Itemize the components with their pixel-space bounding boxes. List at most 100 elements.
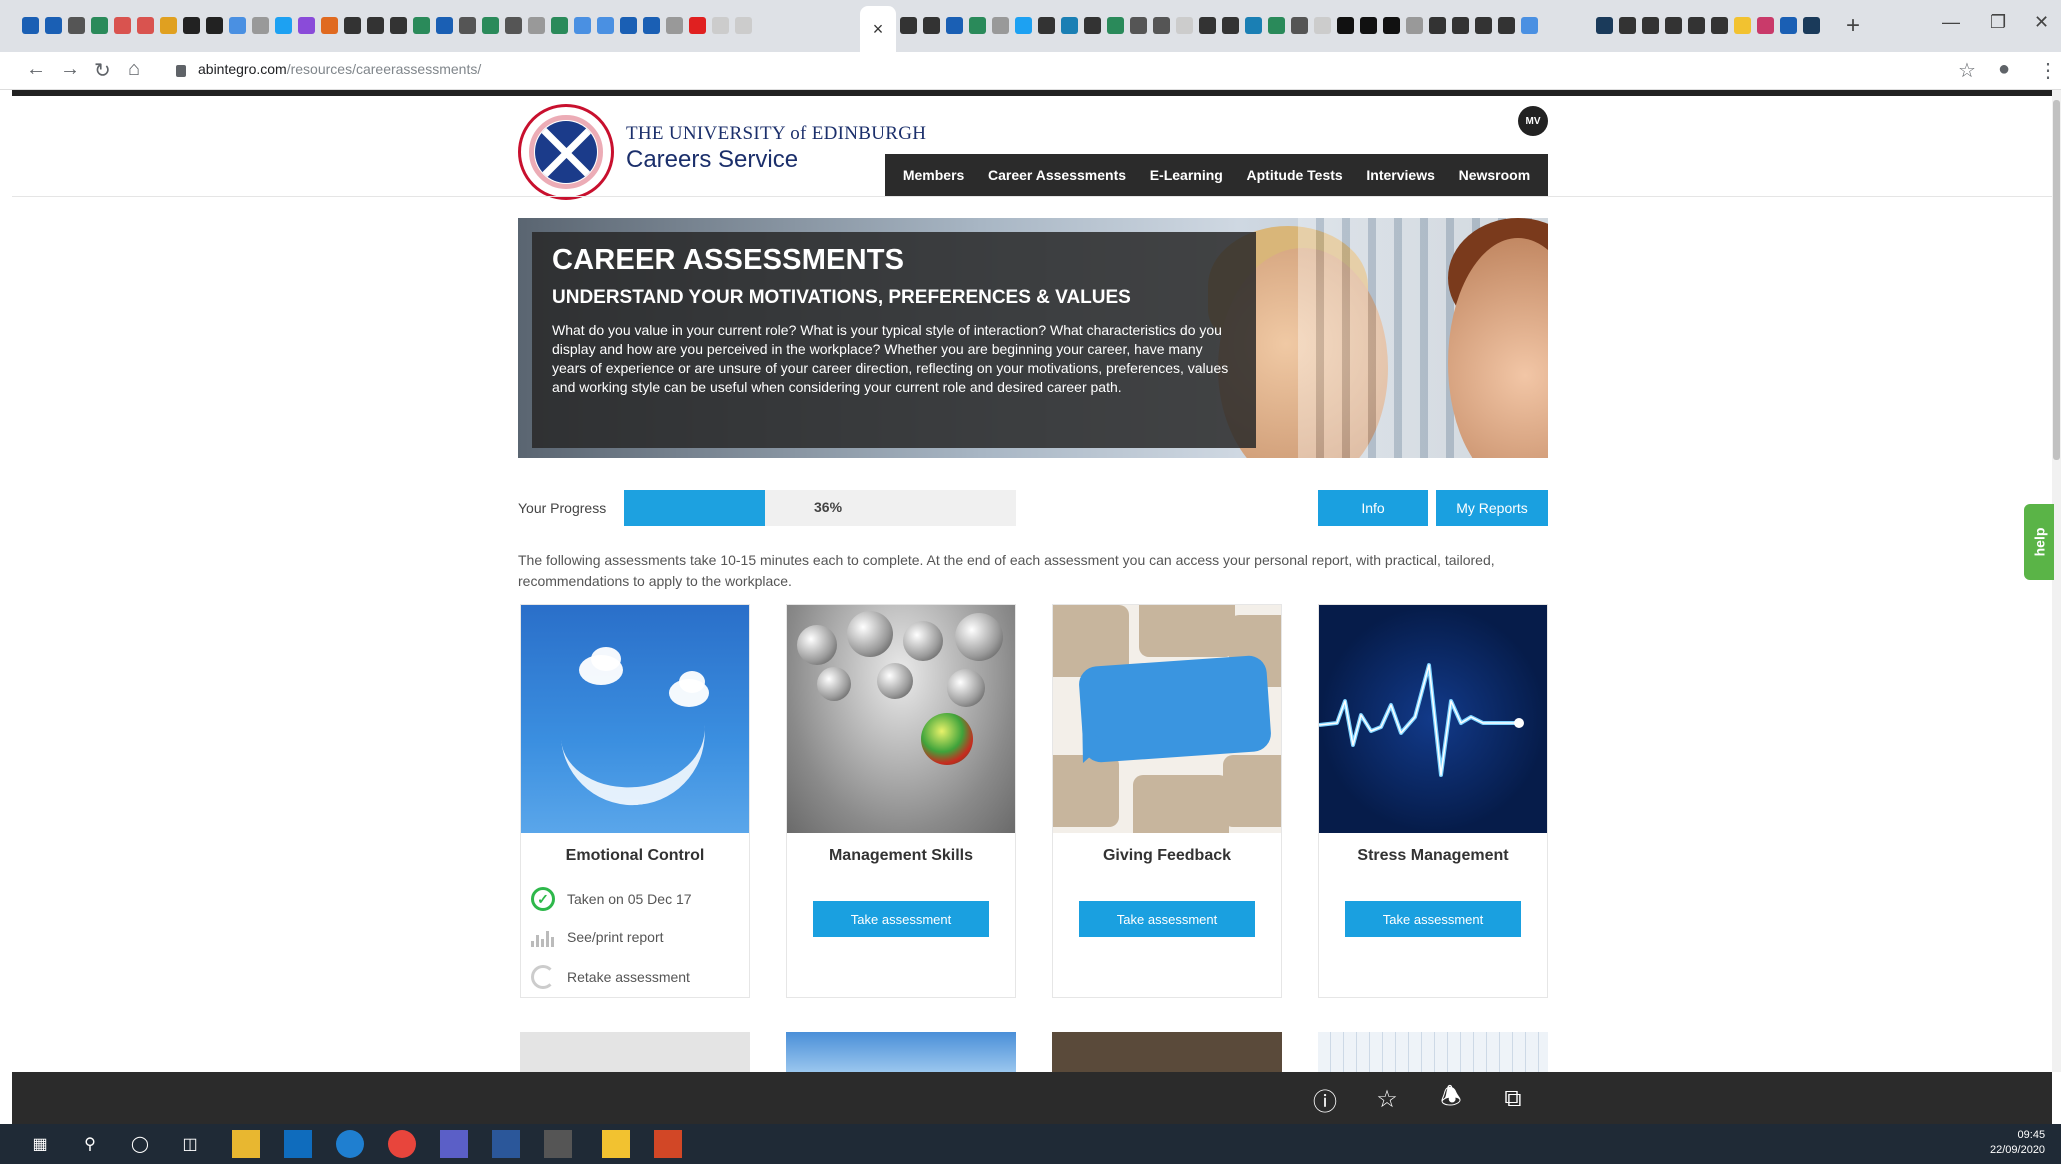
search-icon[interactable]: ⚲ (76, 1130, 104, 1158)
card-image-marbles[interactable] (787, 605, 1015, 833)
tab-favicon[interactable] (1498, 17, 1515, 34)
tab-favicon[interactable] (1268, 17, 1285, 34)
back-icon[interactable]: ← (26, 58, 46, 81)
chrome-icon[interactable] (388, 1130, 416, 1158)
tab-favicon[interactable] (620, 17, 637, 34)
tab-favicon[interactable] (1038, 17, 1055, 34)
tab-favicon[interactable] (252, 17, 269, 34)
edge-icon[interactable] (336, 1130, 364, 1158)
bell-icon[interactable]: 🕭 (1436, 1083, 1466, 1114)
help-tab[interactable]: help (2024, 504, 2054, 580)
lock-icon[interactable] (176, 65, 186, 77)
see-print-report-label[interactable]: See/print report (567, 929, 664, 945)
tab-favicon[interactable] (1337, 17, 1354, 34)
tab-favicon[interactable] (689, 17, 706, 34)
tab-favicon[interactable] (597, 17, 614, 34)
tab-favicon[interactable] (114, 17, 131, 34)
tab-favicon[interactable] (666, 17, 683, 34)
close-window-icon[interactable]: ✕ (2034, 12, 2049, 33)
tab-favicon[interactable] (91, 17, 108, 34)
reload-icon[interactable]: ↻ (94, 58, 111, 83)
tab-favicon[interactable] (923, 17, 940, 34)
card-image-heartbeat[interactable] (1319, 605, 1547, 833)
tab-favicon[interactable] (1130, 17, 1147, 34)
tab-favicon[interactable] (275, 17, 292, 34)
tab-favicon[interactable] (1452, 17, 1469, 34)
tab-favicon[interactable] (413, 17, 430, 34)
minimize-icon[interactable]: — (1942, 12, 1960, 33)
tab-close-icon[interactable]: × (873, 19, 884, 40)
address-bar[interactable]: abintegro.com/resources/careerassessment… (198, 61, 481, 77)
tab-favicon[interactable] (160, 17, 177, 34)
tab-favicon[interactable] (1314, 17, 1331, 34)
tab-favicon[interactable] (1061, 17, 1078, 34)
tab-favicon[interactable] (482, 17, 499, 34)
tab-favicon[interactable] (1734, 17, 1751, 34)
tab-favicon[interactable] (22, 17, 39, 34)
task-view-icon[interactable]: ◫ (176, 1130, 204, 1158)
nav-e-learning[interactable]: E-Learning (1150, 167, 1223, 183)
file-explorer-icon[interactable] (232, 1130, 260, 1158)
sticky-notes-icon[interactable] (602, 1130, 630, 1158)
tab-favicon[interactable] (1475, 17, 1492, 34)
take-assessment-button[interactable]: Take assessment (813, 901, 989, 937)
tab-favicon[interactable] (45, 17, 62, 34)
user-avatar[interactable]: MV (1518, 106, 1548, 136)
tab-favicon[interactable] (1711, 17, 1728, 34)
retake-assessment-link[interactable]: Retake assessment (531, 965, 690, 989)
tab-favicon[interactable] (1665, 17, 1682, 34)
nav-interviews[interactable]: Interviews (1366, 167, 1434, 183)
cortana-icon[interactable]: ◯ (126, 1130, 154, 1158)
tab-favicon[interactable] (1222, 17, 1239, 34)
menu-kebab-icon[interactable]: ⋮ (2038, 58, 2058, 83)
word-icon[interactable] (492, 1130, 520, 1158)
powerpoint-icon[interactable] (654, 1130, 682, 1158)
tab-favicon[interactable] (1199, 17, 1216, 34)
info-button[interactable]: Info (1318, 490, 1428, 526)
tab-favicon[interactable] (229, 17, 246, 34)
bookmark-star-icon[interactable]: ☆ (1958, 58, 1976, 83)
tab-favicon[interactable] (206, 17, 223, 34)
share-icon[interactable]: ⧉ (1498, 1084, 1528, 1114)
tab-favicon[interactable] (712, 17, 729, 34)
system-clock[interactable]: 09:45 22/09/2020 (1990, 1128, 2045, 1158)
tab-favicon[interactable] (1360, 17, 1377, 34)
active-tab[interactable]: × (860, 6, 896, 52)
home-icon[interactable]: ⌂ (128, 58, 140, 81)
tab-favicon[interactable] (969, 17, 986, 34)
windows-start-icon[interactable]: ▦ (26, 1130, 54, 1158)
take-assessment-button[interactable]: Take assessment (1345, 901, 1521, 937)
nav-aptitude-tests[interactable]: Aptitude Tests (1247, 167, 1343, 183)
take-assessment-button[interactable]: Take assessment (1079, 901, 1255, 937)
teams-icon[interactable] (440, 1130, 468, 1158)
card-image-smiling-clouds[interactable] (521, 605, 749, 833)
university-name[interactable]: THE UNIVERSITY of EDINBURGH (626, 123, 926, 145)
tab-favicon[interactable] (1619, 17, 1636, 34)
my-reports-button[interactable]: My Reports (1436, 490, 1548, 526)
card-image-speech-bubbles[interactable] (1053, 605, 1281, 833)
tab-favicon[interactable] (298, 17, 315, 34)
card-title[interactable]: Giving Feedback (1053, 847, 1281, 865)
star-icon[interactable]: ☆ (1372, 1084, 1402, 1114)
tab-favicon[interactable] (1521, 17, 1538, 34)
tab-favicon[interactable] (528, 17, 545, 34)
careers-service-title[interactable]: Careers Service (626, 146, 798, 174)
university-crest-logo[interactable] (518, 104, 614, 200)
outlook-icon[interactable] (284, 1130, 312, 1158)
tabs-group-2[interactable] (900, 17, 1538, 37)
profile-icon[interactable]: ● (1998, 58, 2010, 81)
tab-favicon[interactable] (390, 17, 407, 34)
tab-favicon[interactable] (1084, 17, 1101, 34)
tab-favicon[interactable] (1291, 17, 1308, 34)
nav-newsroom[interactable]: Newsroom (1459, 167, 1531, 183)
tab-favicon[interactable] (574, 17, 591, 34)
tab-favicon[interactable] (735, 17, 752, 34)
tab-favicon[interactable] (1176, 17, 1193, 34)
retake-assessment-label[interactable]: Retake assessment (567, 969, 690, 985)
tab-favicon[interactable] (344, 17, 361, 34)
tab-favicon[interactable] (1406, 17, 1423, 34)
card-title[interactable]: Stress Management (1319, 847, 1547, 865)
tab-favicon[interactable] (1429, 17, 1446, 34)
tab-favicon[interactable] (1596, 17, 1613, 34)
restore-icon[interactable]: ❐ (1990, 12, 2006, 33)
